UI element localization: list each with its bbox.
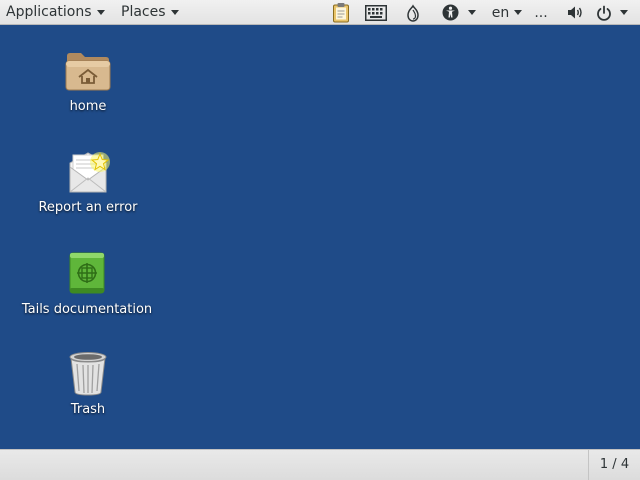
- tor-status-button[interactable]: [404, 0, 422, 25]
- applications-menu-label: Applications: [6, 4, 92, 20]
- clipboard-icon: [333, 3, 349, 23]
- chevron-down-icon: [620, 10, 628, 15]
- folder-home-icon: [65, 53, 111, 91]
- chevron-down-icon: [170, 9, 179, 15]
- keyboard-button[interactable]: [364, 0, 388, 25]
- workspace-switcher[interactable]: 1 / 4: [588, 450, 640, 480]
- language-menu[interactable]: en: [489, 0, 525, 25]
- desktop-item-trash[interactable]: Trash: [13, 351, 163, 417]
- power-icon: [597, 5, 611, 21]
- volume-button[interactable]: [565, 0, 585, 25]
- workspace-label: 1 / 4: [599, 457, 630, 472]
- system-menu[interactable]: [593, 0, 631, 25]
- accessibility-icon: [442, 4, 459, 21]
- accessibility-menu[interactable]: [441, 0, 477, 25]
- report-error-icon: [69, 152, 110, 193]
- applications-menu[interactable]: Applications: [6, 0, 105, 25]
- documentation-book-icon: [69, 252, 105, 294]
- desktop-item-label: home: [69, 99, 107, 114]
- overflow-label: ...: [534, 4, 548, 21]
- chevron-down-icon: [514, 10, 523, 15]
- places-menu[interactable]: Places: [121, 0, 179, 25]
- desktop-item-label: Report an error: [38, 200, 138, 215]
- places-menu-label: Places: [121, 4, 166, 20]
- keyboard-icon: [365, 4, 387, 21]
- chevron-down-icon: [468, 10, 476, 15]
- desktop-item-report-error[interactable]: Report an error: [13, 149, 163, 215]
- desktop-item-label: Trash: [70, 402, 106, 417]
- volume-icon: [567, 6, 582, 19]
- language-label: en: [491, 4, 510, 21]
- overflow-menu[interactable]: ...: [531, 0, 551, 25]
- desktop-item-label: Tails documentation: [21, 302, 153, 317]
- chevron-down-icon: [96, 9, 105, 15]
- clipboard-button[interactable]: [331, 0, 351, 25]
- bottom-panel: 1 / 4: [0, 449, 640, 480]
- trash-icon: [69, 352, 107, 396]
- top-panel: Applications Places en ...: [0, 0, 640, 25]
- tor-onion-icon: [407, 3, 419, 22]
- desktop-item-home[interactable]: home: [13, 50, 163, 114]
- desktop-item-tails-documentation[interactable]: Tails documentation: [12, 251, 162, 317]
